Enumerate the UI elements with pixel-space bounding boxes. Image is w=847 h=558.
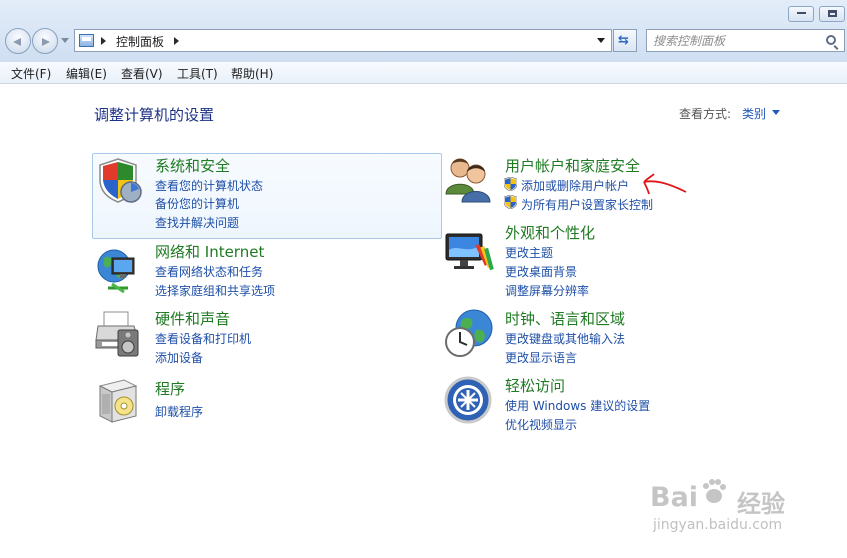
search-icon[interactable] <box>826 35 836 45</box>
category-title-clock-region[interactable]: 时钟、语言和区域 <box>505 308 625 329</box>
users-icon <box>445 158 491 203</box>
link-network-status[interactable]: 查看网络状态和任务 <box>155 263 263 280</box>
address-bar[interactable]: 控制面板 <box>74 29 612 52</box>
link-adjust-resolution[interactable]: 调整屏幕分辨率 <box>505 282 589 299</box>
category-system-security[interactable] <box>92 153 442 239</box>
page-title: 调整计算机的设置 <box>94 106 215 124</box>
menu-bar: 文件(F) 编辑(E) 查看(V) 工具(T) 帮助(H) <box>0 62 847 84</box>
refresh-button[interactable]: ⇆ <box>613 29 637 52</box>
menu-file[interactable]: 文件(F) <box>11 65 51 82</box>
control-panel-window: 控制面板 ⇆ 文件(F) 编辑(E) 查看(V) 工具(T) 帮助(H) 调整计… <box>0 0 847 558</box>
forward-arrow-icon <box>42 38 50 46</box>
red-arrow-annotation <box>643 173 687 195</box>
link-parental-controls[interactable]: 为所有用户设置家长控制 <box>521 196 653 213</box>
network-globe-icon <box>97 249 135 294</box>
search-box[interactable] <box>646 29 845 52</box>
link-change-desktop-background[interactable]: 更改桌面背景 <box>505 263 577 280</box>
programs-box-icon <box>98 379 138 423</box>
maximize-button[interactable] <box>819 6 845 22</box>
menu-tools[interactable]: 工具(T) <box>177 65 218 82</box>
menu-help[interactable]: 帮助(H) <box>231 65 273 82</box>
link-change-keyboard[interactable]: 更改键盘或其他输入法 <box>505 330 625 347</box>
category-title-system-security[interactable]: 系统和安全 <box>155 155 230 176</box>
refresh-icon: ⇆ <box>618 33 629 48</box>
recent-pages-dropdown-icon[interactable] <box>61 38 69 43</box>
minimize-button[interactable] <box>788 6 814 22</box>
view-by-label: 查看方式: <box>679 107 732 121</box>
category-title-ease-of-access[interactable]: 轻松访问 <box>505 375 565 396</box>
maximize-icon <box>828 10 837 17</box>
link-change-theme[interactable]: 更改主题 <box>505 244 553 261</box>
link-change-display-language[interactable]: 更改显示语言 <box>505 349 577 366</box>
title-bar: 控制面板 ⇆ <box>0 0 847 62</box>
uac-shield-icon <box>504 177 517 191</box>
menu-edit[interactable]: 编辑(E) <box>66 65 107 82</box>
shield-icon <box>99 158 142 203</box>
link-optimize-video-display[interactable]: 优化视频显示 <box>505 416 577 433</box>
view-by-dropdown[interactable]: 类别 <box>742 105 766 122</box>
ease-of-access-icon <box>444 376 492 424</box>
back-arrow-icon <box>13 38 21 46</box>
category-title-appearance[interactable]: 外观和个性化 <box>505 222 595 243</box>
control-panel-icon <box>79 34 94 47</box>
category-title-programs[interactable]: 程序 <box>155 378 185 399</box>
breadcrumb-control-panel[interactable]: 控制面板 <box>116 33 164 50</box>
forward-button[interactable] <box>32 28 58 54</box>
clock-globe-icon <box>445 309 493 357</box>
uac-shield-icon <box>504 195 517 209</box>
link-add-device[interactable]: 添加设备 <box>155 349 203 366</box>
category-title-user-accounts[interactable]: 用户帐户和家庭安全 <box>505 155 640 176</box>
link-add-remove-accounts[interactable]: 添加或删除用户帐户 <box>521 177 629 194</box>
link-devices-printers[interactable]: 查看设备和打印机 <box>155 330 251 347</box>
baidu-paw-icon <box>703 479 726 503</box>
printer-icon <box>95 311 139 357</box>
category-title-hardware-sound[interactable]: 硬件和声音 <box>155 308 230 329</box>
link-find-fix-problems[interactable]: 查找并解决问题 <box>155 214 239 231</box>
watermark-url: jingyan.baidu.com <box>653 517 783 533</box>
breadcrumb-chevron-icon[interactable] <box>101 37 106 45</box>
watermark-logo-cn: 经验 <box>737 490 785 518</box>
chevron-down-icon[interactable] <box>772 110 780 115</box>
back-button[interactable] <box>5 28 31 54</box>
watermark-logo: Bai <box>650 482 699 513</box>
search-input[interactable] <box>647 30 817 51</box>
minimize-icon <box>797 12 806 14</box>
link-backup-computer[interactable]: 备份您的计算机 <box>155 195 239 212</box>
menu-view[interactable]: 查看(V) <box>121 65 163 82</box>
breadcrumb-chevron-icon[interactable] <box>174 37 179 45</box>
address-dropdown-icon[interactable] <box>597 38 605 43</box>
link-recommended-settings[interactable]: 使用 Windows 建议的设置 <box>505 397 650 414</box>
link-homegroup-sharing[interactable]: 选择家庭组和共享选项 <box>155 282 275 299</box>
link-uninstall-program[interactable]: 卸载程序 <box>155 403 203 420</box>
monitor-paint-icon <box>445 233 494 271</box>
link-view-computer-status[interactable]: 查看您的计算机状态 <box>155 177 263 194</box>
category-title-network-internet[interactable]: 网络和 Internet <box>155 241 264 262</box>
